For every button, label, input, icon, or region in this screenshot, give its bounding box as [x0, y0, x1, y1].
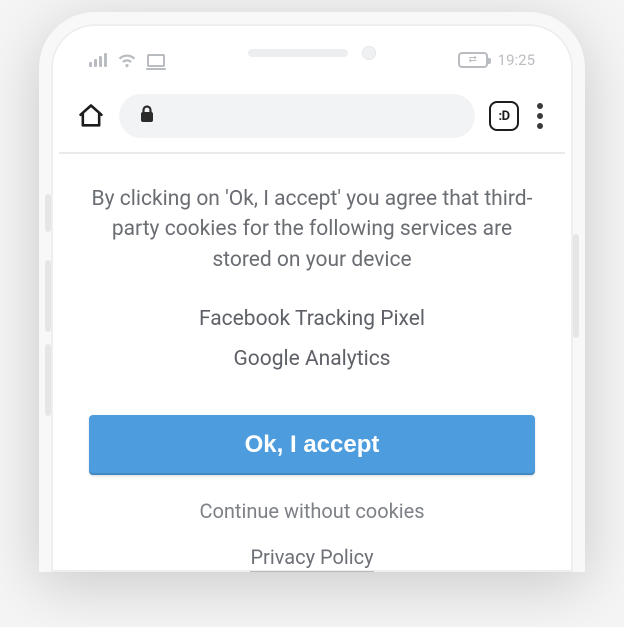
cookie-services-list: Facebook Tracking Pixel Google Analytics: [89, 301, 535, 379]
lock-icon: [139, 105, 155, 127]
cookie-consent-panel: By clicking on 'Ok, I accept' you agree …: [59, 154, 565, 572]
tabs-button[interactable]: :D: [489, 101, 519, 131]
consent-message: By clicking on 'Ok, I accept' you agree …: [89, 184, 535, 275]
address-bar[interactable]: [119, 94, 475, 138]
front-camera: [362, 46, 376, 60]
browser-toolbar: :D: [59, 88, 565, 154]
speaker-grille: [248, 49, 348, 57]
cookie-service-item: Facebook Tracking Pixel: [89, 301, 535, 339]
overflow-menu-icon[interactable]: [533, 99, 547, 133]
volume-up-button: [45, 260, 51, 332]
battery-icon: ⇄: [458, 52, 488, 68]
privacy-policy-link[interactable]: Privacy Policy: [250, 545, 373, 572]
accept-cookies-button[interactable]: Ok, I accept: [89, 415, 535, 475]
side-button: [45, 194, 51, 232]
power-button: [573, 234, 579, 338]
home-icon[interactable]: [77, 102, 105, 130]
signal-icon: [89, 53, 107, 67]
clock: 19:25: [498, 51, 535, 69]
phone-frame: ⇄ 19:25 :: [39, 12, 585, 572]
cookie-service-item: Google Analytics: [89, 341, 535, 379]
volume-down-button: [45, 344, 51, 416]
phone-notch: [248, 46, 376, 60]
cast-icon: [147, 54, 165, 67]
status-bar: ⇄ 19:25: [59, 32, 565, 88]
wifi-icon: [117, 53, 137, 68]
tabs-badge: :D: [498, 109, 509, 124]
continue-without-cookies-link[interactable]: Continue without cookies: [89, 499, 535, 523]
